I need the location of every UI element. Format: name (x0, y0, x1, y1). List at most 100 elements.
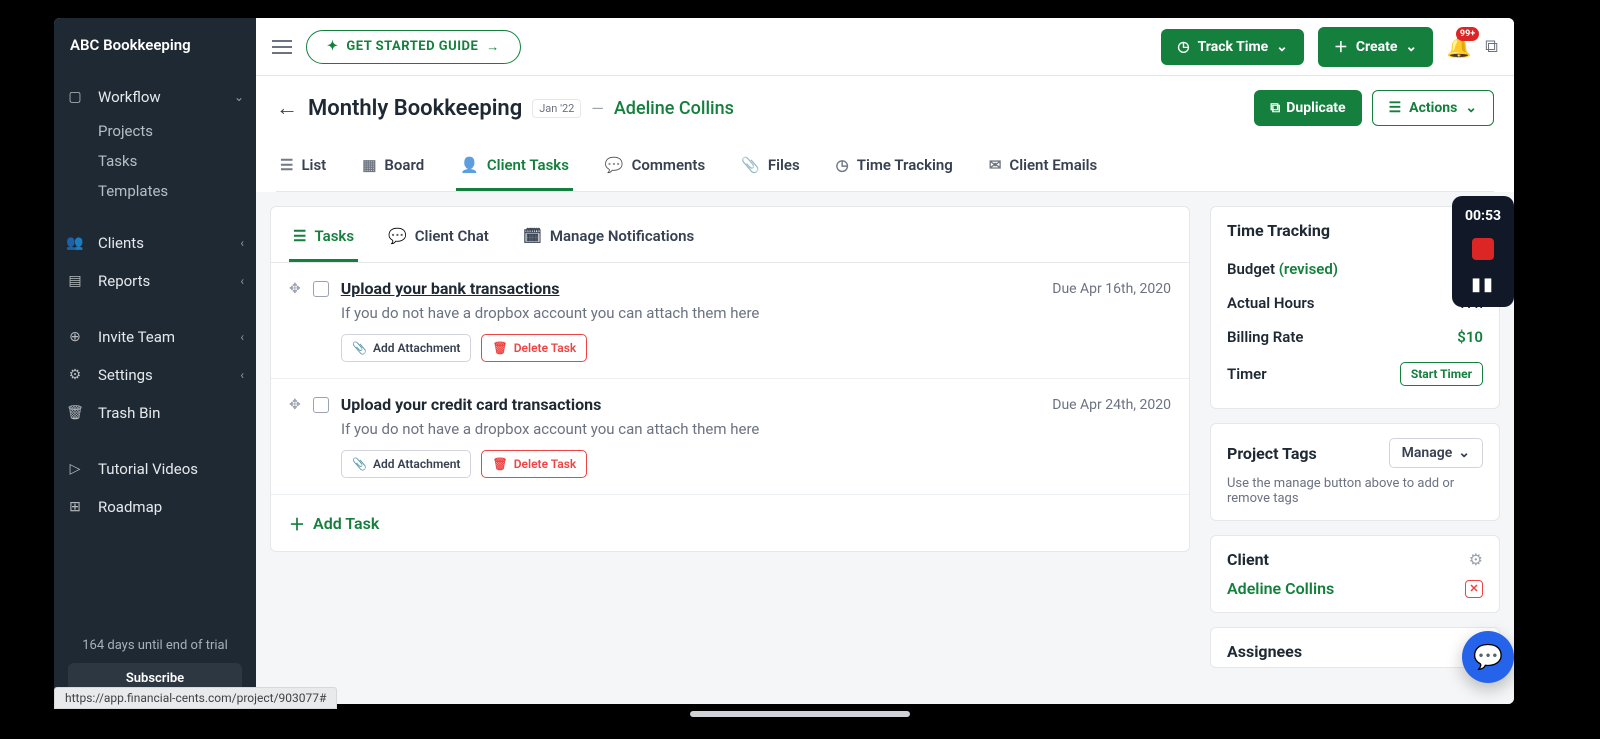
page-header: ← Monthly Bookkeeping Jan '22 — Adeline … (256, 76, 1514, 192)
paperclip-icon: 📎 (352, 341, 367, 355)
recorder-pause-button[interactable]: ▮▮ (1471, 274, 1495, 295)
manage-tags-button[interactable]: Manage⌄ (1389, 438, 1483, 468)
chevron-down-icon: ⌄ (1465, 100, 1477, 116)
task-due: Due Apr 16th, 2020 (1052, 281, 1171, 297)
nav-trash-label: Trash Bin (98, 404, 160, 422)
tab-client-emails[interactable]: ✉Client Emails (985, 146, 1101, 191)
nav-roadmap[interactable]: ⊞ Roadmap (54, 488, 256, 526)
nav-clients[interactable]: 👥 Clients ‹ (54, 224, 256, 262)
task-row: ✥ Upload your credit card transactions D… (271, 379, 1189, 495)
time-tracking-heading: Time Tracking (1227, 221, 1483, 240)
chat-fab-button[interactable]: 💬 (1462, 631, 1514, 683)
nav-clients-label: Clients (98, 234, 144, 252)
tab-board[interactable]: ▦Board (358, 146, 428, 191)
tab-list[interactable]: ☰List (276, 146, 330, 191)
nav-tutorials[interactable]: ▷ Tutorial Videos (54, 450, 256, 488)
copy-icon: ⧉ (1270, 100, 1280, 116)
tab-files[interactable]: 📎Files (737, 146, 804, 191)
subtab-tasks[interactable]: ☰Tasks (289, 217, 358, 262)
nav-settings[interactable]: ⚙ Settings ‹ (54, 356, 256, 394)
nav-invite-team[interactable]: ⊕ Invite Team ‹ (54, 318, 256, 356)
nav-tasks[interactable]: Tasks (54, 146, 256, 176)
topbar: ✦ GET STARTED GUIDE → ◷ Track Time ⌄ ＋ C… (256, 18, 1514, 76)
client-name[interactable]: Adeline Collins (1227, 579, 1334, 598)
calendar-icon: 🗓 (523, 227, 542, 245)
delete-task-button[interactable]: 🗑Delete Task (481, 334, 587, 362)
duplicate-label: Duplicate (1286, 100, 1345, 116)
workflow-icon: ▢ (66, 88, 84, 106)
main: ✦ GET STARTED GUIDE → ◷ Track Time ⌄ ＋ C… (256, 18, 1514, 704)
subtab-client-chat[interactable]: 💬Client Chat (384, 217, 493, 262)
tab-comments[interactable]: 💬Comments (601, 146, 709, 191)
get-started-guide-button[interactable]: ✦ GET STARTED GUIDE → (306, 30, 521, 64)
screen-recorder-widget[interactable]: 00:53 ▮▮ (1452, 196, 1514, 307)
clients-icon: 👥 (66, 234, 84, 252)
task-description: If you do not have a dropbox account you… (341, 420, 1171, 438)
sidebar: ABC Bookkeeping ▢ Workflow ⌄ Projects Ta… (54, 18, 256, 704)
chevron-left-icon: ‹ (240, 330, 244, 344)
drag-handle-icon[interactable]: ✥ (289, 281, 301, 297)
project-tags-panel: Project Tags Manage⌄ Use the manage butt… (1210, 423, 1500, 521)
reports-icon: ▤ (66, 272, 84, 290)
drag-handle-icon[interactable]: ✥ (289, 397, 301, 413)
popout-icon[interactable]: ⧉ (1485, 36, 1498, 57)
task-title[interactable]: Upload your credit card transactions (341, 395, 602, 414)
assignees-heading: Assignees (1227, 642, 1302, 661)
task-due: Due Apr 24th, 2020 (1052, 397, 1171, 413)
client-panel: Client ⚙ Adeline Collins ✕ (1210, 535, 1500, 613)
back-button[interactable]: ← (276, 95, 298, 121)
trash-icon: 🗑 (492, 457, 507, 471)
nav-templates[interactable]: Templates (54, 176, 256, 206)
clock-icon: ◷ (836, 156, 849, 174)
track-time-label: Track Time (1198, 39, 1269, 55)
person-icon: 👤 (460, 156, 479, 174)
task-row: ✥ Upload your bank transactions Due Apr … (271, 263, 1189, 379)
start-timer-button[interactable]: Start Timer (1400, 362, 1483, 386)
home-indicator (690, 711, 910, 717)
add-task-button[interactable]: ＋ Add Task (271, 495, 1189, 551)
clock-icon: ◷ (1177, 39, 1189, 55)
tab-time-tracking[interactable]: ◷Time Tracking (832, 146, 957, 191)
chat-icon: 💬 (605, 156, 624, 174)
task-title[interactable]: Upload your bank transactions (341, 279, 560, 298)
client-heading: Client (1227, 550, 1269, 569)
chevron-down-icon: ⌄ (234, 90, 244, 104)
nav-projects[interactable]: Projects (54, 116, 256, 146)
delete-task-button[interactable]: 🗑Delete Task (481, 450, 587, 478)
create-button[interactable]: ＋ Create ⌄ (1318, 27, 1433, 67)
track-time-button[interactable]: ◷ Track Time ⌄ (1161, 29, 1304, 65)
chevron-left-icon: ‹ (240, 368, 244, 382)
chat-icon: 💬 (388, 227, 407, 245)
gear-icon[interactable]: ⚙ (1469, 550, 1483, 569)
paperclip-icon: 📎 (741, 156, 760, 174)
client-tasks-card: ☰Tasks 💬Client Chat 🗓Manage Notification… (270, 206, 1190, 552)
compass-icon: ✦ (327, 39, 338, 54)
notifications-button[interactable]: 🔔 99+ (1447, 35, 1471, 59)
menu-toggle-icon[interactable] (272, 40, 292, 54)
plus-icon: ＋ (289, 511, 305, 535)
remove-client-button[interactable]: ✕ (1465, 580, 1483, 598)
add-attachment-button[interactable]: 📎Add Attachment (341, 450, 471, 478)
nav-workflow[interactable]: ▢ Workflow ⌄ (54, 78, 256, 116)
project-tags-heading: Project Tags (1227, 444, 1317, 463)
globe-icon: ⊕ (66, 328, 84, 346)
duplicate-button[interactable]: ⧉ Duplicate (1254, 90, 1361, 126)
task-checkbox[interactable] (313, 397, 329, 413)
recorder-stop-button[interactable] (1472, 238, 1494, 260)
nav-trash[interactable]: 🗑 Trash Bin (54, 394, 256, 432)
period-badge: Jan '22 (532, 99, 581, 118)
brand-title: ABC Bookkeeping (54, 18, 256, 78)
breadcrumb-separator: — (591, 99, 604, 118)
nav-workflow-label: Workflow (98, 88, 161, 106)
nav-reports[interactable]: ▤ Reports ‹ (54, 262, 256, 300)
subtab-manage-notifications[interactable]: 🗓Manage Notifications (519, 217, 698, 262)
actions-menu-button[interactable]: ☰ Actions ⌄ (1372, 90, 1494, 126)
assignees-panel: Assignees ⚙ (1210, 627, 1500, 668)
nav-roadmap-label: Roadmap (98, 498, 162, 516)
add-attachment-button[interactable]: 📎Add Attachment (341, 334, 471, 362)
notifications-badge: 99+ (1456, 27, 1479, 41)
task-checkbox[interactable] (313, 281, 329, 297)
tab-client-tasks[interactable]: 👤Client Tasks (456, 146, 573, 191)
breadcrumb-client[interactable]: Adeline Collins (614, 98, 734, 119)
plus-icon: ＋ (1334, 37, 1348, 57)
